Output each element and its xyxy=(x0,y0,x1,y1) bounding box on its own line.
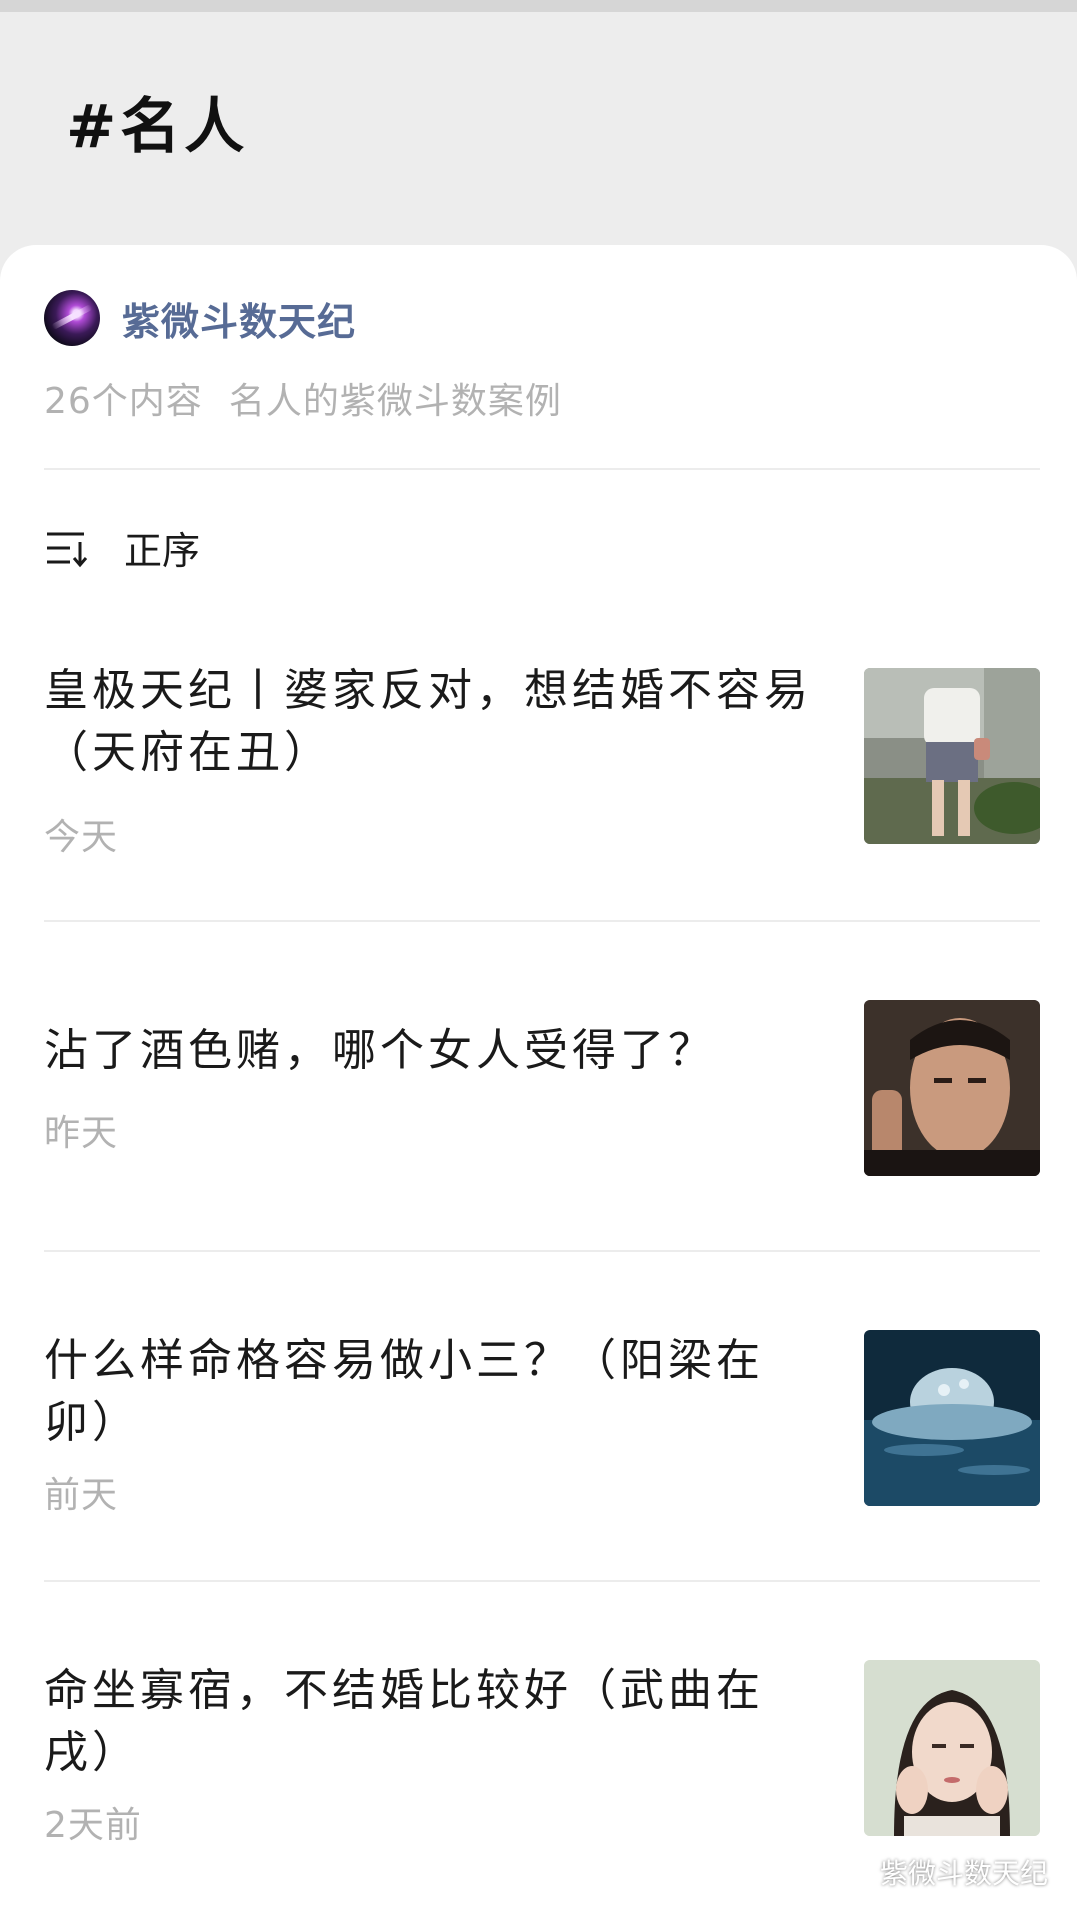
content-count: 26个内容 xyxy=(44,381,203,422)
article-thumbnail[interactable] xyxy=(864,1660,1040,1836)
article-thumbnail[interactable] xyxy=(864,668,1040,844)
article-item[interactable]: 命坐寡宿，不结婚比较好（武曲在戌） 2天前 xyxy=(44,1660,1040,1860)
article-thumbnail[interactable] xyxy=(864,1330,1040,1506)
watermark: 紫微斗数天纪 xyxy=(838,1852,1048,1892)
sort-button[interactable]: 正序 xyxy=(44,520,200,575)
article-item[interactable]: 什么样命格容易做小三？（阳梁在卯） 前天 xyxy=(44,1330,1040,1530)
divider xyxy=(44,920,1040,922)
article-date: 今天 xyxy=(44,817,119,858)
divider xyxy=(44,1250,1040,1252)
article-title[interactable]: 什么样命格容易做小三？（阳梁在卯） xyxy=(44,1330,824,1454)
article-item[interactable]: 皇极天纪丨婆家反对，想结婚不容易（天府在丑） 今天 xyxy=(44,660,1040,860)
divider xyxy=(44,1580,1040,1582)
article-title[interactable]: 命坐寡宿，不结婚比较好（武曲在戌） xyxy=(44,1660,824,1784)
article-title[interactable]: 皇极天纪丨婆家反对，想结婚不容易（天府在丑） xyxy=(44,660,824,784)
article-item[interactable]: 沾了酒色赌，哪个女人受得了？ 昨天 xyxy=(44,1000,1040,1200)
article-thumbnail[interactable] xyxy=(864,1000,1040,1176)
article-date: 昨天 xyxy=(44,1113,119,1154)
collection-description: 名人的紫微斗数案例 xyxy=(228,381,562,422)
account-name[interactable]: 紫微斗数天纪 xyxy=(122,291,356,346)
sort-label: 正序 xyxy=(124,529,201,573)
top-edge xyxy=(0,0,1077,12)
account-row[interactable]: 紫微斗数天纪 xyxy=(44,290,356,346)
article-date: 前天 xyxy=(44,1475,119,1516)
collection-meta: 26个内容 名人的紫微斗数案例 xyxy=(44,372,562,424)
sort-icon xyxy=(47,532,88,567)
page-title: #名人 xyxy=(66,92,249,162)
article-title[interactable]: 沾了酒色赌，哪个女人受得了？ xyxy=(44,1020,824,1082)
divider xyxy=(44,468,1040,470)
watermark-text: 紫微斗数天纪 xyxy=(880,1857,1049,1890)
article-date: 2天前 xyxy=(44,1805,142,1846)
wechat-icon xyxy=(838,1858,874,1885)
avatar[interactable] xyxy=(44,290,100,346)
